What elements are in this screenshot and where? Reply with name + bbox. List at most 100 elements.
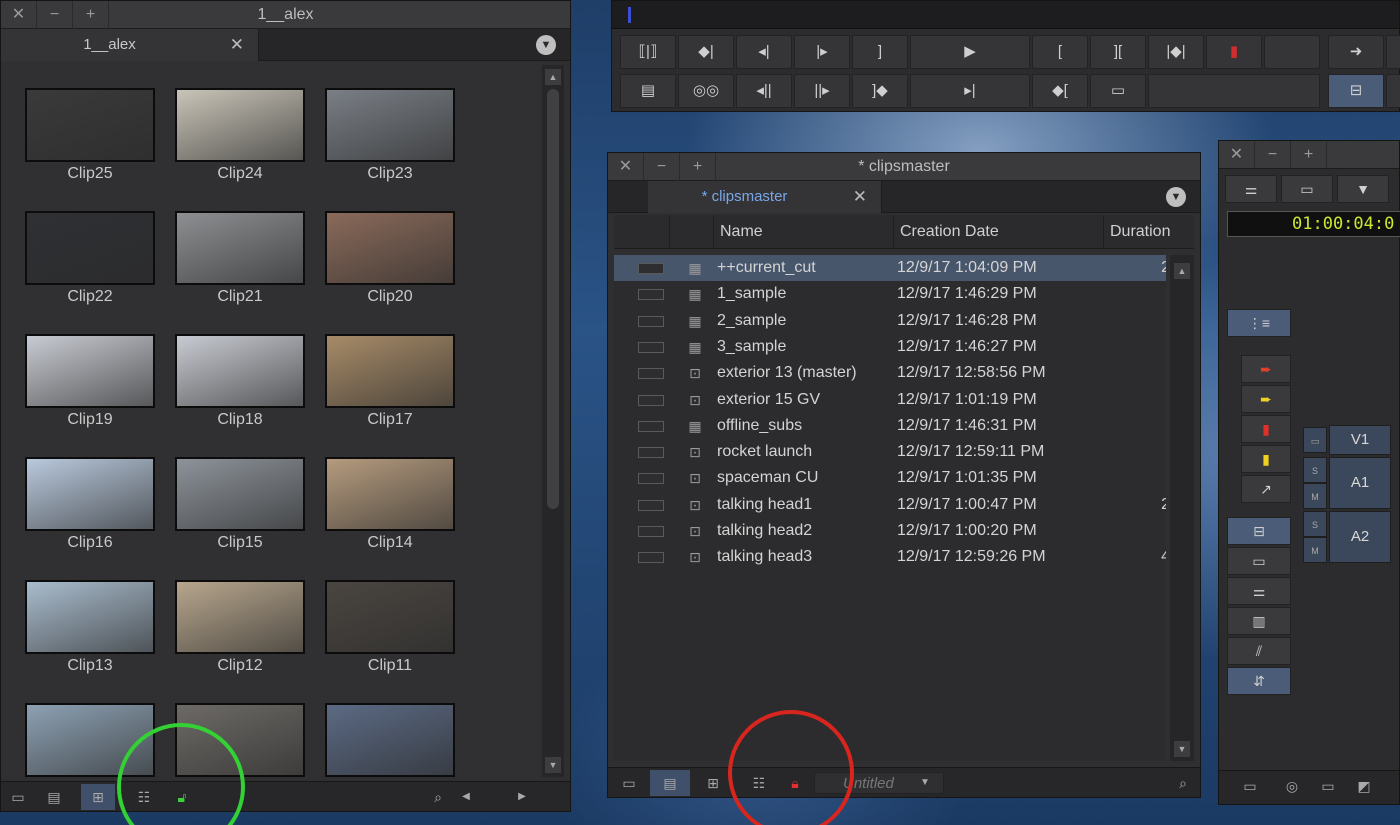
row-checkbox[interactable] [638, 263, 664, 274]
overflow-button-2[interactable] [1386, 74, 1400, 108]
position-bar[interactable] [612, 1, 1399, 29]
clip-thumbnail[interactable]: Clip15 [175, 457, 305, 552]
scroll-left-icon[interactable]: ◀ [449, 784, 483, 810]
scroll-right-icon[interactable]: ▶ [505, 784, 539, 810]
column-header-name[interactable]: Name [714, 215, 894, 249]
splice-in-icon[interactable]: ]◆ [852, 74, 908, 108]
column-header-icon[interactable] [670, 215, 714, 249]
go-to-in-icon[interactable]: ◂|| [736, 74, 792, 108]
step-forward-icon[interactable]: |▸ [794, 35, 850, 69]
timeline-view-toggle-icon[interactable]: ⋮≡ [1227, 309, 1291, 337]
table-row[interactable]: ▦ 2_sample 12/9/17 1:46:28 PM [614, 308, 1166, 334]
bin-view-dropdown-icon[interactable]: ▼ [908, 770, 942, 796]
overwrite-yellow-icon[interactable]: ➨ [1241, 385, 1291, 413]
table-row[interactable]: ⊡ spaceman CU 12/9/17 1:01:35 PM [614, 465, 1166, 491]
text-view-icon[interactable]: ▤ [650, 770, 690, 796]
mark-clip-icon[interactable]: ][ [1090, 35, 1146, 69]
table-row[interactable]: ⊡ rocket launch 12/9/17 12:59:11 PM [614, 439, 1166, 465]
solo-a1[interactable]: S [1303, 457, 1327, 483]
row-checkbox[interactable] [638, 341, 664, 353]
clip-thumbnail[interactable]: Clip13 [25, 580, 155, 675]
column-header-duration[interactable]: Duration [1104, 215, 1224, 249]
expand-collapse-icon[interactable]: ⇵ [1227, 667, 1291, 695]
mark-in-icon[interactable]: [ [1032, 35, 1088, 69]
table-row[interactable]: ⊡ exterior 15 GV 12/9/17 1:01:19 PM [614, 387, 1166, 413]
row-checkbox[interactable] [638, 526, 664, 537]
table-row[interactable]: ▦ 1_sample 12/9/17 1:46:29 PM [614, 281, 1166, 307]
search-icon[interactable]: ⌕ [1166, 770, 1200, 796]
video-monitor-icon[interactable]: ▭ [1303, 427, 1327, 453]
clip-thumbnail[interactable]: Clip16 [25, 457, 155, 552]
clip-thumbnail[interactable]: Clip11 [325, 580, 455, 675]
row-checkbox[interactable] [638, 394, 664, 406]
row-checkbox[interactable] [638, 289, 664, 301]
clip-thumbnail[interactable] [325, 703, 455, 777]
trim-icon[interactable]: ⟦|⟧ [620, 35, 676, 69]
table-row[interactable]: ▦ offline_subs 12/9/17 1:46:31 PM [614, 413, 1166, 439]
video-quality-icon[interactable]: ▭ [1281, 175, 1333, 203]
row-checkbox[interactable] [638, 499, 664, 511]
frame-view-icon[interactable]: ⊞ [696, 770, 730, 796]
effect-mode-icon[interactable]: ⚌ [1225, 175, 1277, 203]
extract-yellow-icon[interactable]: ▮ [1241, 445, 1291, 473]
maximize-window-icon[interactable]: + [1291, 141, 1327, 169]
play-icon[interactable]: ▶ [910, 35, 1030, 69]
row-checkbox[interactable] [638, 420, 664, 432]
mute-a2[interactable]: M [1303, 537, 1327, 563]
segment-mode-icon[interactable]: ↗ [1241, 475, 1291, 503]
step-back-icon[interactable]: ◂| [736, 35, 792, 69]
track-v1[interactable]: V1 [1329, 425, 1391, 455]
close-window-icon[interactable]: ✕ [1219, 141, 1255, 169]
sync-lock-icon[interactable]: ⊟ [1227, 517, 1291, 545]
audio-mixer-icon[interactable]: ⚌ [1227, 577, 1291, 605]
track-a1[interactable]: A1 [1329, 457, 1391, 509]
filmstrip-icon[interactable]: ▭ [1090, 74, 1146, 108]
close-tab-icon[interactable]: ✕ [853, 181, 867, 213]
mark-out-bracket-icon[interactable]: ] [852, 35, 908, 69]
tilt-icon[interactable]: ⫽ [1227, 637, 1291, 665]
row-checkbox[interactable] [638, 368, 664, 380]
blank-button[interactable] [1264, 35, 1320, 69]
clip-thumbnail[interactable]: Clip20 [325, 211, 455, 306]
target-icon[interactable]: ◎ [1275, 773, 1309, 799]
minimize-window-icon[interactable]: − [1255, 141, 1291, 169]
vertical-scrollbar[interactable]: ▲ ▼ [542, 65, 564, 777]
multicam-icon[interactable]: ▥ [1227, 607, 1291, 635]
column-header-checkbox[interactable] [614, 215, 670, 249]
scroll-down-icon[interactable]: ▼ [1174, 741, 1190, 757]
clip-thumbnail[interactable]: Clip21 [175, 211, 305, 306]
row-checkbox[interactable] [638, 473, 664, 485]
clip-thumbnail[interactable]: Clip18 [175, 334, 305, 429]
overflow-button[interactable] [1386, 35, 1400, 69]
timeline-view-icon[interactable]: ▤ [620, 74, 676, 108]
close-tab-icon[interactable]: ✕ [230, 29, 244, 61]
frame-view-icon[interactable]: ⊞ [81, 784, 115, 810]
go-to-out-icon[interactable]: ||▸ [794, 74, 850, 108]
table-row[interactable]: ⊡ talking head3 12/9/17 12:59:26 PM 4 [614, 544, 1166, 570]
table-row[interactable]: ⊡ talking head2 12/9/17 1:00:20 PM [614, 518, 1166, 544]
text-view-icon[interactable]: ▤ [37, 784, 71, 810]
column-header-creation-date[interactable]: Creation Date [894, 215, 1104, 249]
scroll-up-icon[interactable]: ▲ [545, 69, 561, 85]
tab-clipsmaster[interactable]: * clipsmaster ✕ [648, 181, 882, 213]
scroll-thumb[interactable] [547, 89, 559, 509]
link-icon[interactable]: ◎◎ [678, 74, 734, 108]
extract-icon[interactable]: ◆| [678, 35, 734, 69]
lift-icon[interactable]: ➜ [1328, 35, 1384, 69]
row-checkbox[interactable] [638, 315, 664, 327]
sync-icon[interactable]: ⊟ [1328, 74, 1384, 108]
monitor-layout-icon[interactable]: ▭ [1311, 773, 1345, 799]
row-checkbox[interactable] [638, 447, 664, 459]
clear-marks-icon[interactable]: |◆| [1148, 35, 1204, 69]
clip-thumbnail[interactable]: Clip24 [175, 88, 305, 183]
fast-menu-icon[interactable]: ▼ [1337, 175, 1389, 203]
blank-button-2[interactable] [1148, 74, 1320, 108]
mute-a1[interactable]: M [1303, 483, 1327, 509]
vertical-scrollbar[interactable]: ▲ ▼ [1170, 255, 1194, 761]
play-to-out-icon[interactable]: ▸| [910, 74, 1030, 108]
scroll-down-icon[interactable]: ▼ [545, 757, 561, 773]
bin-menu-icon[interactable]: ▼ [1166, 187, 1186, 207]
bin-menu-icon[interactable]: ▼ [536, 35, 556, 55]
lift-red-icon[interactable]: ▮ [1241, 415, 1291, 443]
clip-thumbnail[interactable]: Clip14 [325, 457, 455, 552]
